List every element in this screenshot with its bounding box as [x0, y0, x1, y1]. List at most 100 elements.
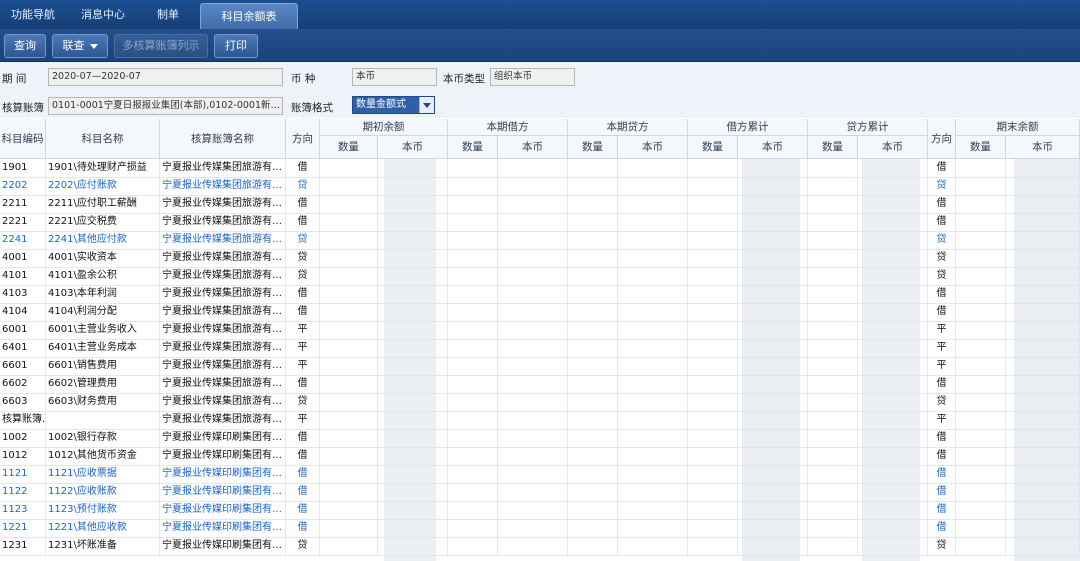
cell-value — [568, 231, 618, 249]
cell-value — [448, 213, 498, 231]
local-currency-type-field[interactable]: 组织本币 — [490, 68, 575, 86]
cell-value — [320, 159, 378, 177]
header-amount[interactable]: 本币 — [498, 136, 568, 159]
header-account-name[interactable]: 科目名称 — [46, 119, 160, 159]
book-field[interactable]: 0101-0001宁夏日报报业集团(本部),0102-0001新… — [48, 97, 283, 115]
top-tab-bar: 功能导航 消息中心 制单 科目余额表 — [0, 0, 1080, 30]
tab-function-nav[interactable]: 功能导航 — [0, 0, 66, 29]
cell-name: 2202\应付账款 — [46, 177, 160, 195]
cell-value — [618, 447, 688, 465]
cell-value — [448, 483, 498, 501]
cell-value — [956, 357, 1006, 375]
cell-dir2: 借 — [928, 195, 956, 213]
cell-book: 宁夏报业传媒印刷集团有… — [160, 537, 286, 555]
cell-value — [618, 213, 688, 231]
header-amount[interactable]: 本币 — [858, 136, 928, 159]
header-period-credit[interactable]: 本期贷方 — [568, 119, 688, 136]
cell-value — [688, 267, 738, 285]
cell-book: 宁夏报业传媒集团旅游有… — [160, 393, 286, 411]
cell-value — [320, 213, 378, 231]
cell-name: 4103\本年利润 — [46, 285, 160, 303]
cell-dir2: 平 — [928, 357, 956, 375]
header-amount[interactable]: 本币 — [378, 136, 448, 159]
period-field[interactable]: 2020-07—2020-07 — [48, 68, 283, 86]
header-amount[interactable]: 本币 — [738, 136, 808, 159]
cell-value — [956, 537, 1006, 555]
header-debit-accumulated[interactable]: 借方累计 — [688, 119, 808, 136]
cell-value — [448, 339, 498, 357]
header-credit-accumulated[interactable]: 贷方累计 — [808, 119, 928, 136]
tab-account-balance[interactable]: 科目余额表 — [200, 3, 298, 30]
cell-code: 6602 — [0, 375, 46, 393]
header-period-debit[interactable]: 本期借方 — [448, 119, 568, 136]
cell-dir2: 借 — [928, 501, 956, 519]
cell-value — [688, 393, 738, 411]
cell-value — [568, 375, 618, 393]
multi-book-button[interactable]: 多核算账簿列示 — [114, 34, 208, 58]
dropdown-arrow-icon[interactable] — [419, 97, 434, 113]
cell-value — [688, 519, 738, 537]
header-qty[interactable]: 数量 — [808, 136, 858, 159]
header-qty[interactable]: 数量 — [956, 136, 1006, 159]
cell-value — [568, 213, 618, 231]
cell-value — [688, 213, 738, 231]
header-qty[interactable]: 数量 — [688, 136, 738, 159]
cell-name: 6603\财务费用 — [46, 393, 160, 411]
cell-dir: 借 — [286, 519, 320, 537]
tab-message-center[interactable]: 消息中心 — [70, 0, 136, 29]
cell-value — [808, 231, 858, 249]
currency-label: 币 种 — [291, 73, 316, 85]
header-direction-2[interactable]: 方向 — [928, 119, 956, 159]
header-closing-balance[interactable]: 期末余额 — [956, 119, 1080, 136]
header-qty[interactable]: 数量 — [448, 136, 498, 159]
cell-value — [320, 537, 378, 555]
cell-name: 2211\应付职工薪酬 — [46, 195, 160, 213]
cell-value — [568, 195, 618, 213]
print-button[interactable]: 打印 — [214, 34, 258, 58]
header-amount[interactable]: 本币 — [618, 136, 688, 159]
cell-value — [568, 249, 618, 267]
cell-code: 4101 — [0, 267, 46, 285]
cell-dir: 借 — [286, 465, 320, 483]
cell-value — [568, 159, 618, 177]
format-select[interactable]: 数量金额式 — [352, 96, 435, 114]
cell-dir: 借 — [286, 213, 320, 231]
cell-value — [320, 519, 378, 537]
header-book-name[interactable]: 核算账簿名称 — [160, 119, 286, 159]
cell-value — [688, 357, 738, 375]
cell-name: 2241\其他应付款 — [46, 231, 160, 249]
cell-value — [568, 339, 618, 357]
cell-dir: 借 — [286, 429, 320, 447]
query-button[interactable]: 查询 — [4, 34, 46, 58]
header-direction[interactable]: 方向 — [286, 119, 320, 159]
header-qty[interactable]: 数量 — [320, 136, 378, 159]
link-query-button[interactable]: 联查 — [52, 34, 108, 58]
header-amount[interactable]: 本币 — [1006, 136, 1080, 159]
cell-value — [808, 429, 858, 447]
cell-value — [498, 159, 568, 177]
cell-value — [618, 195, 688, 213]
cell-dir2: 借 — [928, 465, 956, 483]
cell-value — [568, 483, 618, 501]
cell-value — [320, 249, 378, 267]
cell-dir: 贷 — [286, 393, 320, 411]
cell-name — [46, 411, 160, 429]
cell-value — [568, 393, 618, 411]
currency-field[interactable]: 本币 — [352, 68, 437, 86]
cell-value — [808, 339, 858, 357]
tab-voucher[interactable]: 制单 — [138, 0, 198, 29]
cell-value — [618, 321, 688, 339]
cell-value — [956, 249, 1006, 267]
cell-value — [568, 177, 618, 195]
header-opening-balance[interactable]: 期初余额 — [320, 119, 448, 136]
cell-code: 1002 — [0, 429, 46, 447]
header-account-code[interactable]: 科目编码 — [0, 119, 46, 159]
cell-value — [808, 249, 858, 267]
header-qty[interactable]: 数量 — [568, 136, 618, 159]
cell-value — [956, 447, 1006, 465]
cell-code: 1121 — [0, 465, 46, 483]
chevron-down-icon — [89, 43, 98, 49]
cell-value — [618, 231, 688, 249]
cell-value — [320, 483, 378, 501]
cell-value — [808, 393, 858, 411]
